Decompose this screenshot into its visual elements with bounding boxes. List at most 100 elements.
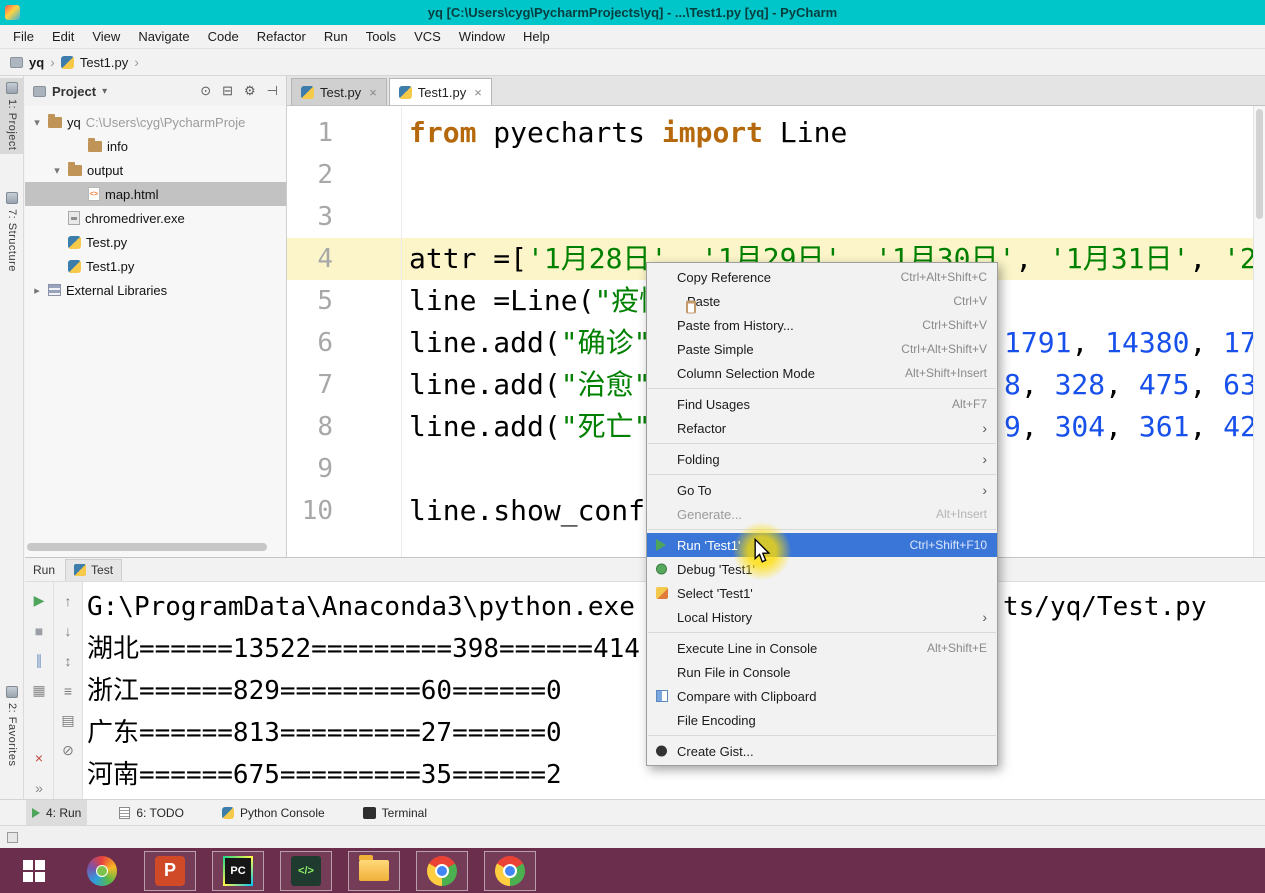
menu-code[interactable]: Code (199, 25, 248, 49)
tool-tab-6-todo[interactable]: 6: TODO (113, 800, 190, 826)
prev-occurrence-button[interactable]: ↑ (54, 588, 82, 613)
tree-item-map-html[interactable]: map.html (25, 182, 286, 206)
submenu-arrow-icon: › (982, 420, 987, 436)
tree-expand-icon[interactable]: ▾ (31, 116, 43, 129)
tree-item-output[interactable]: ▾output (25, 158, 286, 182)
context-menu-item-run-file-in-console[interactable]: Run File in Console (647, 660, 997, 684)
scroll-to-end-button[interactable]: ≡ (54, 678, 82, 703)
powerpoint-icon[interactable]: P (144, 851, 196, 891)
context-menu-item-refactor[interactable]: Refactor› (647, 416, 997, 440)
tree-item-info[interactable]: info (25, 134, 286, 158)
context-menu-item-go-to[interactable]: Go To› (647, 478, 997, 502)
pause-output-button[interactable]: ∥ (25, 648, 53, 673)
more-options-button[interactable]: » (25, 775, 53, 800)
chrome-icon-2[interactable] (484, 851, 536, 891)
editor-tab-label: Test.py (320, 85, 361, 100)
tree-expand-icon[interactable]: ▾ (51, 164, 63, 177)
horizontal-scrollbar[interactable] (27, 543, 267, 551)
editor-line-1[interactable]: 1from pyecharts import Line (287, 112, 1265, 154)
project-panel-title[interactable]: Project (52, 84, 96, 99)
pycharm-icon[interactable]: PC (212, 851, 264, 891)
run-config-tab[interactable]: Test (65, 559, 122, 581)
rerun-button[interactable]: ▶ (25, 588, 53, 613)
menu-edit[interactable]: Edit (43, 25, 83, 49)
tree-item-external-libraries[interactable]: ▸External Libraries (25, 278, 286, 302)
editor-tabs: Test.py×Test1.py× (287, 76, 1265, 106)
stop-button[interactable]: ■ (25, 618, 53, 643)
settings-icon[interactable]: ⚙ (244, 83, 256, 99)
pycharm-icon-glyph: PC (223, 856, 253, 886)
tree-item-yq[interactable]: ▾yqC:\Users\cyg\PycharmProje (25, 110, 286, 134)
close-tab-icon[interactable]: × (474, 85, 482, 100)
scrollbar-thumb[interactable] (1256, 109, 1263, 219)
context-menu-item-copy-reference[interactable]: Copy ReferenceCtrl+Alt+Shift+C (647, 265, 997, 289)
context-menu-item-file-encoding[interactable]: File Encoding (647, 708, 997, 732)
menu-run[interactable]: Run (315, 25, 357, 49)
line-number: 8 (287, 406, 333, 448)
file-explorer-icon[interactable] (348, 851, 400, 891)
editor-line-3[interactable]: 3 (287, 196, 1265, 238)
context-menu-item-create-gist[interactable]: Create Gist... (647, 739, 997, 763)
clear-all-button[interactable]: ⊘ (54, 738, 82, 763)
tool-tab-python-console[interactable]: Python Console (216, 800, 331, 826)
editor-tab-test-py[interactable]: Test.py × (291, 78, 387, 105)
chevron-down-icon[interactable]: ▾ (102, 86, 107, 97)
context-menu-item-paste-from-history[interactable]: Paste from History...Ctrl+Shift+V (647, 313, 997, 337)
browser-360-icon[interactable] (76, 851, 128, 891)
dev-tool-icon[interactable]: </> (280, 851, 332, 891)
menu-tools[interactable]: Tools (357, 25, 405, 49)
context-menu-item-select-test1[interactable]: Select 'Test1' (647, 581, 997, 605)
context-menu-item-folding[interactable]: Folding› (647, 447, 997, 471)
tool-button-structure[interactable]: 7: Structure (0, 188, 24, 276)
tool-tab-4-run[interactable]: 4: Run (26, 800, 87, 826)
exe-icon (68, 211, 80, 225)
menu-view[interactable]: View (83, 25, 129, 49)
tool-button-favorites[interactable]: 2: Favorites (0, 682, 24, 770)
powerpoint-icon-glyph: P (155, 856, 185, 886)
context-menu-item-compare-with-clipboard[interactable]: Compare with Clipboard (647, 684, 997, 708)
tool-tab-terminal[interactable]: Terminal (357, 800, 433, 826)
context-menu-item-debug-test1[interactable]: Debug 'Test1' (647, 557, 997, 581)
chrome-icon[interactable] (416, 851, 468, 891)
project-tree: ▾yqC:\Users\cyg\PycharmProjeinfo▾outputm… (25, 106, 286, 302)
context-menu-item-column-selection-mode[interactable]: Column Selection ModeAlt+Shift+Insert (647, 361, 997, 385)
vertical-scrollbar[interactable] (1253, 106, 1265, 557)
menu-item-label: Run 'Test1' (677, 538, 741, 553)
soft-wrap-button[interactable]: ↕ (54, 648, 82, 673)
tree-item-test-py[interactable]: Test.py (25, 230, 286, 254)
menu-file[interactable]: File (4, 25, 43, 49)
menu-help[interactable]: Help (514, 25, 559, 49)
menu-navigate[interactable]: Navigate (129, 25, 198, 49)
context-menu-item-paste-simple[interactable]: Paste SimpleCtrl+Alt+Shift+V (647, 337, 997, 361)
menu-vcs[interactable]: VCS (405, 25, 450, 49)
code-text-right-fragment: 9, 304, 361, 425], m (1004, 406, 1265, 448)
close-tab-icon[interactable]: × (369, 85, 377, 100)
tree-item-chromedriver-exe[interactable]: chromedriver.exe (25, 206, 286, 230)
close-button[interactable]: × (25, 745, 53, 770)
breadcrumb-file[interactable]: Test1.py (80, 55, 128, 70)
next-occurrence-button[interactable]: ↓ (54, 618, 82, 643)
hide-panel-icon[interactable]: ⊣ (267, 83, 278, 99)
print-button[interactable]: ▤ (54, 708, 82, 733)
context-menu-item-find-usages[interactable]: Find UsagesAlt+F7 (647, 392, 997, 416)
menu-refactor[interactable]: Refactor (248, 25, 315, 49)
tool-button-project[interactable]: 1: Project (0, 78, 24, 154)
tool-button-label: 7: Structure (6, 209, 18, 272)
restore-layout-button[interactable]: ▦ (25, 678, 53, 703)
menu-item-shortcut: Ctrl+Alt+Shift+V (901, 342, 987, 356)
collapse-all-icon[interactable]: ⊟ (222, 83, 233, 99)
breadcrumb-project[interactable]: yq (29, 55, 44, 70)
editor-tab-test1-py[interactable]: Test1.py× (389, 78, 492, 105)
menu-window[interactable]: Window (450, 25, 514, 49)
tree-item-test1-py[interactable]: Test1.py (25, 254, 286, 278)
tree-expand-icon[interactable]: ▸ (31, 284, 43, 297)
context-menu-item-paste[interactable]: PasteCtrl+V (647, 289, 997, 313)
start-button[interactable] (8, 851, 60, 891)
editor-line-2[interactable]: 2 (287, 154, 1265, 196)
context-menu-item-local-history[interactable]: Local History› (647, 605, 997, 629)
context-menu-item-run-test1[interactable]: Run 'Test1'Ctrl+Shift+F10 (647, 533, 997, 557)
run-tab-label[interactable]: Run (33, 563, 55, 577)
locate-icon[interactable]: ⊙ (200, 83, 211, 99)
layout-box-icon[interactable] (7, 832, 18, 843)
context-menu-item-execute-line-in-console[interactable]: Execute Line in ConsoleAlt+Shift+E (647, 636, 997, 660)
